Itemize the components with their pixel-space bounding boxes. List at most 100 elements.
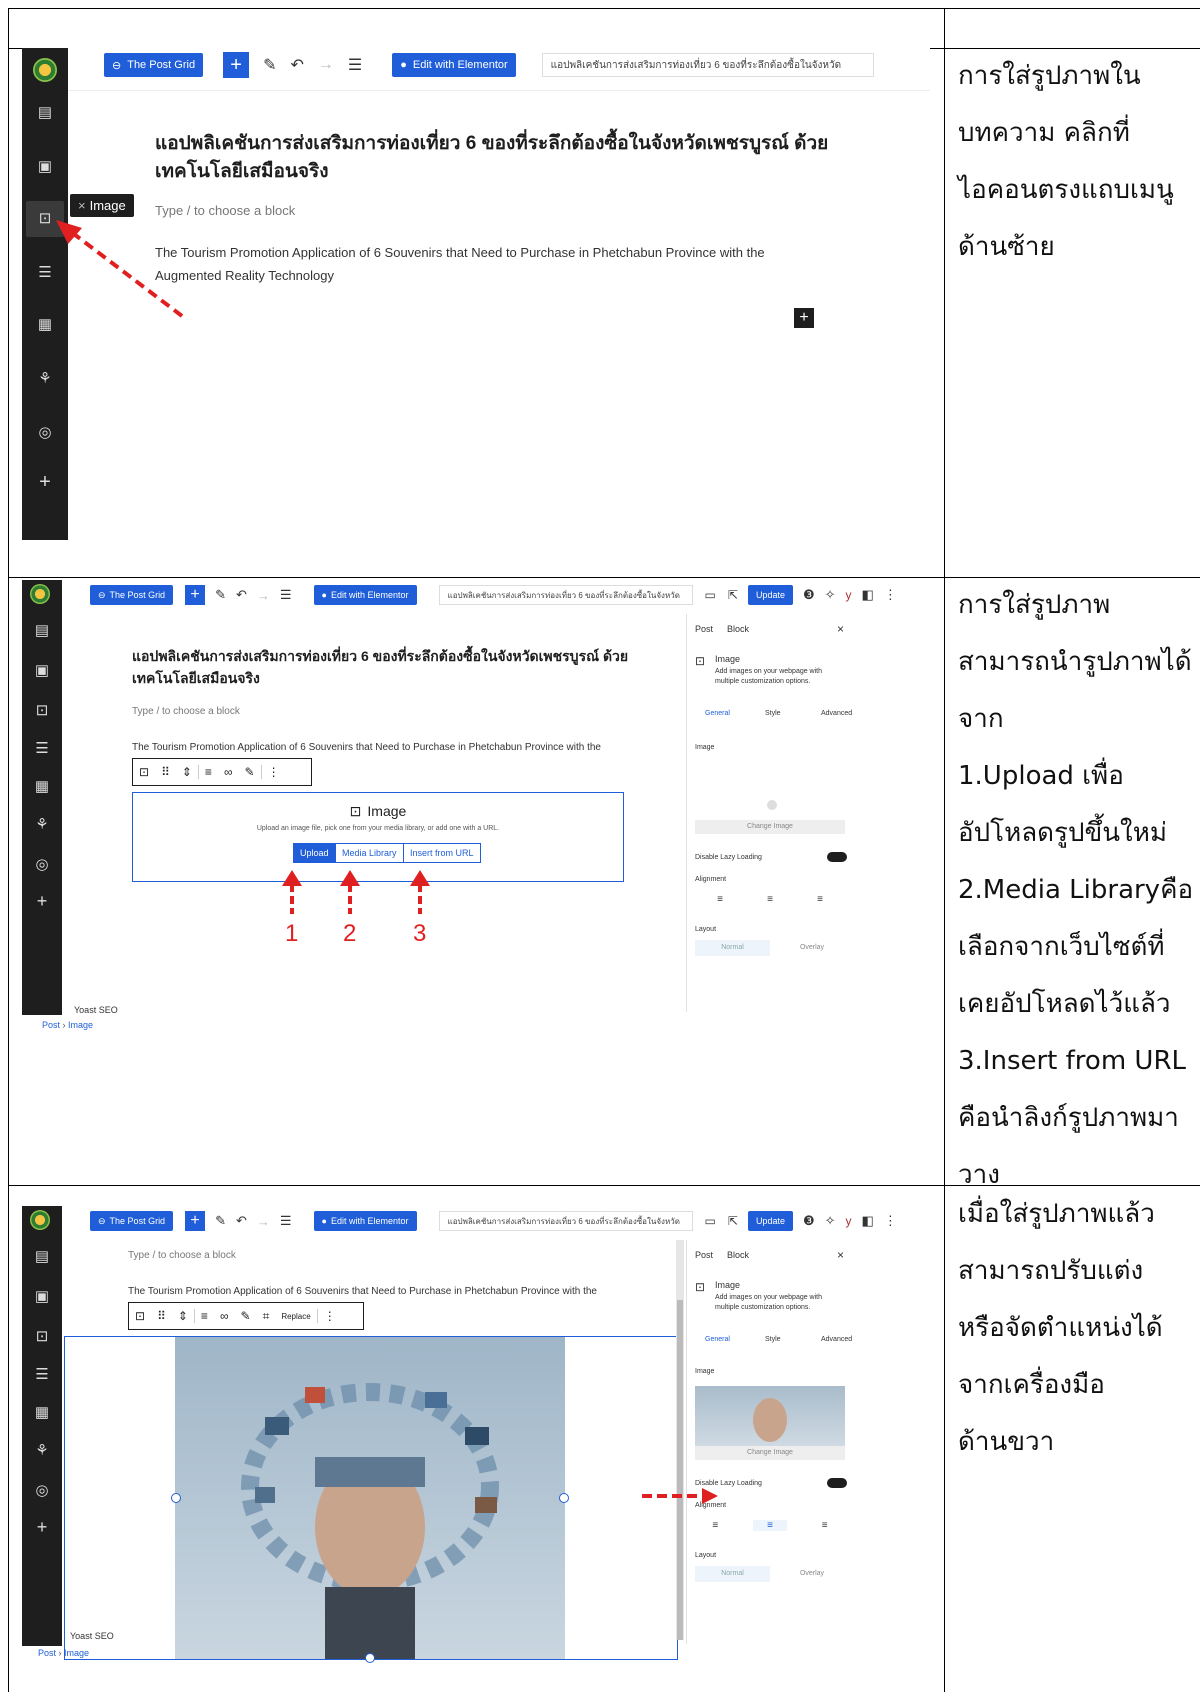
- target-icon[interactable]: ◎: [32, 1482, 52, 1500]
- plugin-icon[interactable]: ❸: [803, 1213, 815, 1229]
- add-icon[interactable]: +: [35, 472, 55, 492]
- image-block[interactable]: [64, 1336, 678, 1663]
- settings-panel-icon[interactable]: ◧: [862, 1213, 874, 1229]
- document-title-bar[interactable]: แอปพลิเคชันการส่งเสริมการท่องเที่ยว 6 ขอ…: [438, 1211, 693, 1231]
- align-icon[interactable]: ≡: [193, 1309, 214, 1323]
- resize-handle-bottom[interactable]: [365, 1653, 375, 1663]
- pattern-icon[interactable]: ⚘: [32, 816, 52, 834]
- paragraph-line1[interactable]: The Tourism Promotion Application of 6 S…: [128, 1286, 597, 1297]
- elementor-button[interactable]: ● Edit with Elementor: [313, 1211, 417, 1231]
- tab-block[interactable]: Block: [727, 1250, 749, 1260]
- resize-handle-left[interactable]: [171, 1493, 181, 1503]
- resize-handle-right[interactable]: [559, 1493, 569, 1503]
- document-title-bar[interactable]: แอปพลิเคชันการส่งเสริมการท่องเที่ยว 6 ขอ…: [541, 53, 874, 77]
- align-center-icon[interactable]: ≡: [753, 1520, 787, 1531]
- lazy-loading-toggle[interactable]: [827, 1478, 847, 1488]
- redo-icon[interactable]: →: [257, 1214, 270, 1229]
- heading-icon[interactable]: ▣: [32, 662, 52, 680]
- link-icon[interactable]: ∞: [214, 1309, 235, 1323]
- preview-icon[interactable]: ▭: [705, 588, 716, 602]
- drag-icon[interactable]: ⠿: [151, 1309, 172, 1323]
- edit-icon[interactable]: ✎: [215, 587, 226, 603]
- layout-icon[interactable]: ☰: [32, 740, 52, 758]
- layout-normal-button[interactable]: Normal: [695, 940, 770, 956]
- breadcrumb-post[interactable]: Post: [42, 1020, 60, 1030]
- scrollbar[interactable]: [676, 1240, 684, 1640]
- layout-overlay-button[interactable]: Overlay: [777, 1566, 847, 1582]
- elementor-button[interactable]: ● Edit with Elementor: [313, 585, 417, 605]
- change-image-button[interactable]: Change Image: [695, 1446, 845, 1460]
- sparkle-icon[interactable]: ✧: [825, 1213, 836, 1229]
- post-title-line2[interactable]: เทคโนโลยีเสมือนจริง: [155, 156, 329, 186]
- elementor-button[interactable]: ● Edit with Elementor: [392, 53, 516, 77]
- post-icon[interactable]: ▦: [32, 778, 52, 796]
- more-icon[interactable]: ⋮: [316, 1309, 342, 1323]
- add-icon[interactable]: +: [32, 892, 52, 910]
- update-button[interactable]: Update: [747, 1211, 793, 1231]
- post-grid-button[interactable]: ⊖ The Post Grid: [90, 1211, 174, 1231]
- undo-icon[interactable]: ↶: [290, 55, 303, 75]
- lazy-loading-toggle[interactable]: [827, 852, 847, 862]
- align-center-icon[interactable]: ≡: [767, 894, 773, 905]
- upload-button[interactable]: Upload: [293, 843, 336, 863]
- list-view-icon[interactable]: ☰: [280, 1213, 292, 1229]
- pattern-icon[interactable]: ⚘: [32, 1442, 52, 1460]
- scrollbar-thumb[interactable]: [677, 1300, 683, 1640]
- tab-style[interactable]: Style: [765, 710, 781, 717]
- post-title-line1[interactable]: แอปพลิเคชันการส่งเสริมการท่องเที่ยว 6 ขอ…: [132, 646, 628, 668]
- breadcrumb-image[interactable]: Image: [68, 1020, 93, 1030]
- tab-general[interactable]: General: [705, 710, 730, 717]
- crop-icon[interactable]: ⌗: [257, 1309, 276, 1324]
- move-icon[interactable]: ⇕: [172, 1309, 194, 1323]
- redo-icon[interactable]: →: [257, 588, 270, 603]
- pin-icon[interactable]: ✎: [239, 765, 261, 779]
- yoast-seo-panel[interactable]: Yoast SEO: [74, 1005, 118, 1015]
- blocks-icon[interactable]: ▤: [32, 622, 52, 640]
- post-grid-button[interactable]: ⊖ The Post Grid: [90, 585, 174, 605]
- align-right-icon[interactable]: ≡: [817, 894, 823, 905]
- change-image-button[interactable]: Change Image: [695, 820, 845, 834]
- options-icon[interactable]: ⋮: [884, 587, 897, 603]
- plugin-icon[interactable]: ❸: [803, 587, 815, 603]
- tab-post[interactable]: Post: [695, 1250, 713, 1260]
- move-icon[interactable]: ⇕: [176, 765, 198, 779]
- paragraph-line1[interactable]: The Tourism Promotion Application of 6 S…: [155, 245, 765, 260]
- external-link-icon[interactable]: ⇱: [728, 588, 738, 602]
- align-left-icon[interactable]: ≡: [717, 894, 723, 905]
- yoast-icon[interactable]: y: [846, 1214, 852, 1228]
- target-icon[interactable]: ◎: [32, 856, 52, 874]
- layout-icon[interactable]: ☰: [32, 1366, 52, 1384]
- tab-general[interactable]: General: [705, 1336, 730, 1343]
- heading-icon[interactable]: ▣: [35, 158, 55, 176]
- insert-from-url-button[interactable]: Insert from URL: [403, 843, 481, 863]
- align-right-icon[interactable]: ≡: [822, 1520, 828, 1531]
- post-title-line1[interactable]: แอปพลิเคชันการส่งเสริมการท่องเที่ยว 6 ขอ…: [155, 128, 828, 158]
- breadcrumb-post[interactable]: Post: [38, 1648, 56, 1658]
- blocks-icon[interactable]: ▤: [35, 104, 55, 122]
- image-icon[interactable]: ⊡: [32, 702, 52, 720]
- tab-style[interactable]: Style: [765, 1336, 781, 1343]
- document-title-bar[interactable]: แอปพลิเคชันการส่งเสริมการท่องเที่ยว 6 ขอ…: [438, 585, 693, 605]
- target-icon[interactable]: ◎: [35, 424, 55, 442]
- tab-advanced[interactable]: Advanced: [821, 710, 852, 717]
- tab-post[interactable]: Post: [695, 624, 713, 634]
- link-icon[interactable]: ∞: [218, 765, 239, 779]
- breadcrumb-image[interactable]: Image: [64, 1648, 89, 1658]
- undo-icon[interactable]: ↶: [236, 1213, 247, 1229]
- post-title-line2[interactable]: เทคโนโลยีเสมือนจริง: [132, 668, 260, 690]
- list-view-icon[interactable]: ☰: [348, 55, 362, 75]
- blocks-icon[interactable]: ▤: [32, 1248, 52, 1266]
- image-icon[interactable]: ⊡: [129, 1309, 151, 1323]
- pin-icon[interactable]: ✎: [235, 1309, 257, 1323]
- close-icon[interactable]: ×: [837, 1248, 844, 1262]
- external-link-icon[interactable]: ⇱: [728, 1214, 738, 1228]
- align-left-icon[interactable]: ≡: [712, 1520, 718, 1531]
- drag-icon[interactable]: ⠿: [155, 765, 176, 779]
- post-icon[interactable]: ▦: [32, 1404, 52, 1422]
- paragraph-line1[interactable]: The Tourism Promotion Application of 6 S…: [132, 742, 601, 753]
- update-button[interactable]: Update: [747, 585, 793, 605]
- preview-icon[interactable]: ▭: [705, 1214, 716, 1228]
- redo-icon[interactable]: →: [318, 56, 334, 74]
- add-icon[interactable]: +: [32, 1518, 52, 1536]
- inline-add-button[interactable]: +: [794, 308, 814, 328]
